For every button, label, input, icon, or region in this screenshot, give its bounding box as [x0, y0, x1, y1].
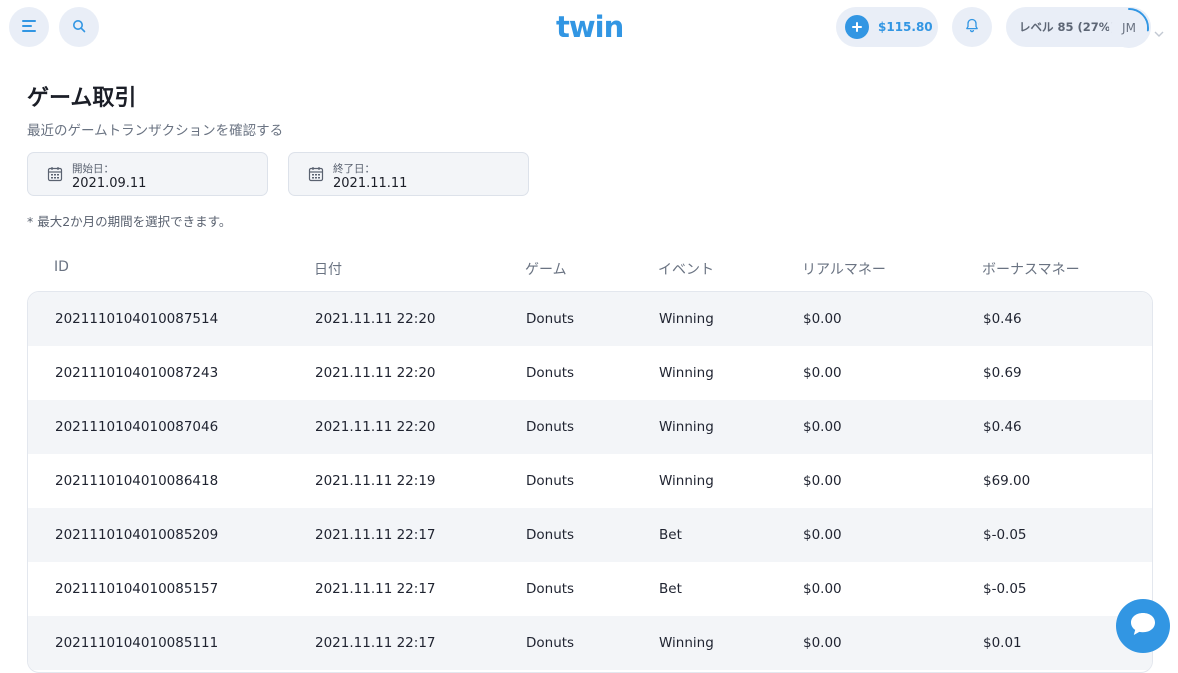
- column-header-bonus-money: ボーナスマネー: [982, 262, 1080, 278]
- transactions-table: 2021110104010087514 2021.11.11 22:20 Don…: [27, 291, 1153, 673]
- search-button[interactable]: [59, 7, 99, 47]
- chat-bubble-icon: [1128, 610, 1158, 642]
- cell-real-money: $0.00: [803, 365, 842, 381]
- search-icon: [72, 18, 86, 37]
- cell-event: Winning: [659, 419, 714, 435]
- cell-date: 2021.11.11 22:17: [315, 581, 436, 597]
- cell-bonus-money: $0.46: [983, 311, 1022, 327]
- cell-event: Bet: [659, 527, 682, 543]
- cell-game: Donuts: [526, 419, 575, 435]
- end-date-picker[interactable]: 終了日： 2021.11.11: [288, 152, 529, 196]
- start-date-value: 2021.09.11: [72, 176, 147, 191]
- calendar-icon: [47, 166, 63, 186]
- start-date-picker[interactable]: 開始日： 2021.09.11: [27, 152, 268, 196]
- column-header-real-money: リアルマネー: [802, 262, 886, 278]
- cell-game: Donuts: [526, 581, 575, 597]
- column-header-event: イベント: [658, 262, 714, 278]
- plus-icon: [845, 15, 869, 39]
- table-row: 2021110104010087514 2021.11.11 22:20 Don…: [28, 292, 1152, 346]
- cell-bonus-money: $0.01: [983, 635, 1022, 651]
- cell-date: 2021.11.11 22:20: [315, 419, 436, 435]
- end-date-label: 終了日：: [333, 163, 375, 175]
- balance-amount: $115.80: [878, 20, 933, 34]
- column-header-game: ゲーム: [525, 262, 567, 278]
- calendar-icon: [308, 166, 324, 186]
- level-progress-ring: JM: [1108, 7, 1150, 49]
- cell-bonus-money: $-0.05: [983, 581, 1027, 597]
- level-profile-button[interactable]: レベル 85 (27%) JM: [1006, 7, 1151, 49]
- page-subtitle: 最近のゲームトランザクションを確認する: [27, 123, 284, 139]
- balance-deposit-button[interactable]: $115.80: [836, 7, 938, 47]
- cell-real-money: $0.00: [803, 527, 842, 543]
- chevron-down-icon[interactable]: [1154, 22, 1164, 41]
- page-title: ゲーム取引: [27, 86, 137, 111]
- cell-id: 2021110104010085111: [55, 635, 219, 651]
- cell-event: Winning: [659, 311, 714, 327]
- cell-game: Donuts: [526, 311, 575, 327]
- cell-id: 2021110104010087243: [55, 365, 219, 381]
- level-text: レベル 85 (27%): [1019, 20, 1116, 34]
- start-date-label: 開始日：: [72, 163, 114, 175]
- table-row: 2021110104010087046 2021.11.11 22:20 Don…: [28, 400, 1152, 454]
- cell-id: 2021110104010085209: [55, 527, 219, 543]
- table-row: 2021110104010087243 2021.11.11 22:20 Don…: [28, 346, 1152, 400]
- bell-icon: [965, 18, 979, 37]
- end-date-value: 2021.11.11: [333, 176, 408, 191]
- cell-game: Donuts: [526, 473, 575, 489]
- cell-bonus-money: $69.00: [983, 473, 1031, 489]
- cell-event: Winning: [659, 473, 714, 489]
- date-range-note: * 最大2か月の期間を選択できます。: [27, 214, 232, 229]
- cell-date: 2021.11.11 22:20: [315, 365, 436, 381]
- table-header: ID 日付 ゲーム イベント リアルマネー ボーナスマネー: [27, 255, 1153, 281]
- cell-real-money: $0.00: [803, 581, 842, 597]
- cell-real-money: $0.00: [803, 635, 842, 651]
- table-row: 2021110104010086418 2021.11.11 22:19 Don…: [28, 454, 1152, 508]
- cell-id: 2021110104010086418: [55, 473, 219, 489]
- cell-date: 2021.11.11 22:19: [315, 473, 436, 489]
- table-row: 2021110104010085209 2021.11.11 22:17 Don…: [28, 508, 1152, 562]
- cell-bonus-money: $0.46: [983, 419, 1022, 435]
- cell-event: Winning: [659, 635, 714, 651]
- cell-event: Winning: [659, 365, 714, 381]
- cell-id: 2021110104010085157: [55, 581, 219, 597]
- cell-real-money: $0.00: [803, 473, 842, 489]
- cell-bonus-money: $-0.05: [983, 527, 1027, 543]
- cell-date: 2021.11.11 22:17: [315, 635, 436, 651]
- notifications-button[interactable]: [952, 7, 992, 47]
- cell-id: 2021110104010087046: [55, 419, 219, 435]
- menu-icon: [21, 18, 37, 37]
- cell-date: 2021.11.11 22:20: [315, 311, 436, 327]
- cell-id: 2021110104010087514: [55, 311, 219, 327]
- table-row: 2021110104010085111 2021.11.11 22:17 Don…: [28, 616, 1152, 670]
- cell-game: Donuts: [526, 527, 575, 543]
- column-header-id: ID: [54, 259, 69, 275]
- cell-date: 2021.11.11 22:17: [315, 527, 436, 543]
- cell-game: Donuts: [526, 365, 575, 381]
- column-header-date: 日付: [314, 262, 342, 278]
- cell-event: Bet: [659, 581, 682, 597]
- cell-real-money: $0.00: [803, 419, 842, 435]
- chat-button[interactable]: [1116, 599, 1170, 653]
- avatar: JM: [1111, 10, 1147, 46]
- twin-logo[interactable]: twin: [556, 9, 624, 45]
- table-row: 2021110104010085157 2021.11.11 22:17 Don…: [28, 562, 1152, 616]
- cell-game: Donuts: [526, 635, 575, 651]
- cell-real-money: $0.00: [803, 311, 842, 327]
- cell-bonus-money: $0.69: [983, 365, 1022, 381]
- menu-button[interactable]: [9, 7, 49, 47]
